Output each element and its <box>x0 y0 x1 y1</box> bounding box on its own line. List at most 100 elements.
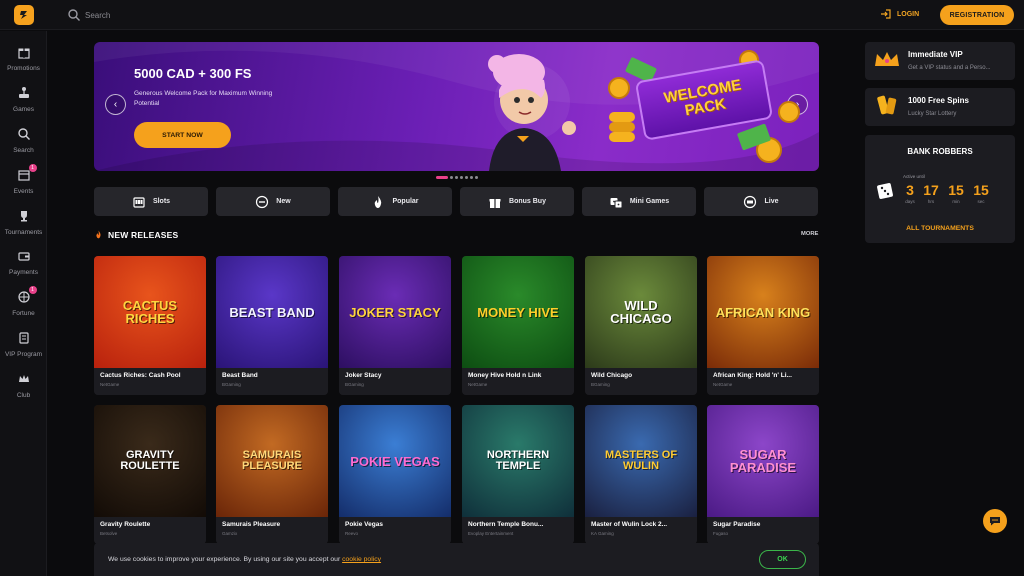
countdown-days-value: 3 <box>906 182 914 198</box>
immediate-vip-panel[interactable]: Immediate VIP Get a VIP status and a Per… <box>865 42 1015 80</box>
game-thumbnail[interactable]: WILD CHICAGO <box>585 256 697 368</box>
free-spins-panel[interactable]: 1000 Free Spins Lucky Star Lottery <box>865 88 1015 126</box>
all-tournaments-link[interactable]: ALL TOURNAMENTS <box>865 225 1015 232</box>
sidebar-item-vip-program[interactable]: VIP Program <box>0 331 47 365</box>
hero-banner[interactable]: 5000 CAD + 300 FS Generous Welcome Pack … <box>94 42 819 171</box>
section-title: NEW RELEASES <box>108 229 179 240</box>
game-thumbnail[interactable]: JOKER STACY <box>339 256 451 368</box>
hero-dot[interactable] <box>475 176 478 179</box>
game-meta: Joker Stacy BGaming <box>339 368 451 395</box>
category-live[interactable]: Live <box>704 187 818 216</box>
vip-subtitle: Get a VIP status and a Perso... <box>908 65 991 71</box>
flame-icon <box>96 230 101 239</box>
category-slots[interactable]: Slots <box>94 187 208 216</box>
hero-dot[interactable] <box>450 176 453 179</box>
game-logo-art: NORTHERN TEMPLE <box>486 449 550 472</box>
game-thumbnail[interactable]: BEAST BAND <box>216 256 328 368</box>
game-card[interactable]: MASTERS OF WULIN Master of Wulin Lock 2..… <box>585 405 697 544</box>
game-name: African King: Hold 'n' Li... <box>713 372 792 379</box>
sidebar-item-label: Club <box>16 392 31 399</box>
countdown-seconds: 15 sec <box>970 183 992 204</box>
game-meta: Master of Wulin Lock 2... KA Gaming <box>585 517 697 544</box>
search-icon[interactable] <box>67 8 81 22</box>
category-label: New <box>276 198 291 205</box>
sidebar-item-fortune[interactable]: 1 Fortune <box>0 286 47 324</box>
sidebar-item-search[interactable]: Search <box>0 127 47 161</box>
gift-box-icon <box>489 198 501 208</box>
sidebar-item-events[interactable]: 1 Events <box>0 164 47 202</box>
new-icon <box>256 195 269 208</box>
game-thumbnail[interactable]: CACTUS RICHES <box>94 256 206 368</box>
game-logo-art: AFRICAN KING <box>715 304 811 320</box>
game-thumbnail[interactable]: AFRICAN KING <box>707 256 819 368</box>
game-card[interactable]: SUGAR PARADISE Sugar Paradise Fugaso <box>707 405 819 544</box>
sidebar-item-label: Fortune <box>12 310 35 317</box>
vip-title: Immediate VIP <box>908 50 963 59</box>
game-card[interactable]: AFRICAN KING African King: Hold 'n' Li...… <box>707 256 819 395</box>
registration-button[interactable]: REGISTRATION <box>940 5 1014 25</box>
sidebar-item-label: Tournaments <box>4 229 43 236</box>
category-bonus-buy[interactable]: Bonus Buy <box>460 187 574 216</box>
sidebar-item-payments[interactable]: Payments <box>0 249 47 283</box>
game-card[interactable]: JOKER STACY Joker Stacy BGaming <box>339 256 451 395</box>
game-meta: Money Hive Hold n Link NetGame <box>462 368 574 395</box>
active-until-label: Active until <box>903 174 925 179</box>
game-logo-art: GRAVITY ROULETTE <box>120 449 180 472</box>
game-logo-art: POKIE VEGAS <box>350 453 440 469</box>
search-input[interactable] <box>85 7 265 23</box>
category-label: Mini Games <box>629 198 670 205</box>
login-button[interactable]: LOGIN <box>880 8 919 20</box>
category-new[interactable]: New <box>216 187 330 216</box>
hero-dot-active[interactable] <box>436 176 448 179</box>
game-thumbnail[interactable]: MASTERS OF WULIN <box>585 405 697 517</box>
game-meta: Wild Chicago BGaming <box>585 368 697 395</box>
game-thumbnail[interactable]: POKIE VEGAS <box>339 405 451 517</box>
game-logo-art: BEAST BAND <box>229 304 315 320</box>
hero-dot[interactable] <box>465 176 468 179</box>
game-card[interactable]: GRAVITY ROULETTE Gravity Roulette Betsolve <box>94 405 206 544</box>
more-link[interactable]: MORE <box>801 231 818 237</box>
sidebar-item-label: Search <box>13 147 34 154</box>
sidebar-item-club[interactable]: Club <box>0 372 47 406</box>
crown-icon <box>875 52 899 66</box>
hero-dot[interactable] <box>455 176 458 179</box>
hero-prev-arrow-icon[interactable]: ‹ <box>105 94 126 115</box>
game-provider: NetGame <box>713 382 733 387</box>
game-card[interactable]: CACTUS RICHES Cactus Riches: Cash Pool Net… <box>94 256 206 395</box>
hero-pagination <box>436 176 478 179</box>
wheel-icon: 1 <box>17 286 37 304</box>
game-card[interactable]: SAMURAIS PLEASURE Samurais Pleasure Gamzix <box>216 405 328 544</box>
game-thumbnail[interactable]: NORTHERN TEMPLE <box>462 405 574 517</box>
sidebar: Promotions Games Search 1 Events Tournam… <box>0 31 47 576</box>
game-card[interactable]: POKIE VEGAS Pokie Vegas Reevo <box>339 405 451 544</box>
category-label: Live <box>764 198 779 205</box>
start-now-button[interactable]: START NOW <box>134 122 231 148</box>
logo-icon[interactable] <box>14 5 34 25</box>
category-popular[interactable]: Popular <box>338 187 452 216</box>
game-card[interactable]: MONEY HIVE Money Hive Hold n Link NetGame <box>462 256 574 395</box>
countdown-seconds-value: 15 <box>973 182 989 198</box>
game-card[interactable]: BEAST BAND Beast Band BGaming <box>216 256 328 395</box>
sidebar-item-games[interactable]: Games <box>0 86 47 120</box>
game-name: Gravity Roulette <box>100 521 151 528</box>
hero-dot[interactable] <box>460 176 463 179</box>
sidebar-item-tournaments[interactable]: Tournaments <box>0 209 47 243</box>
category-mini-games[interactable]: Mini Games <box>582 187 696 216</box>
game-logo-art: SAMURAIS PLEASURE <box>242 449 302 472</box>
game-thumbnail[interactable]: MONEY HIVE <box>462 256 574 368</box>
game-provider: BGaming <box>345 382 364 387</box>
cookie-policy-link[interactable]: cookie policy <box>342 556 381 563</box>
game-name: Joker Stacy <box>345 372 382 379</box>
game-thumbnail[interactable]: GRAVITY ROULETTE <box>94 405 206 517</box>
game-thumbnail[interactable]: SUGAR PARADISE <box>707 405 819 517</box>
sidebar-item-label: Promotions <box>7 65 40 72</box>
game-logo-art: MASTERS OF WULIN <box>604 449 678 472</box>
cookie-ok-button[interactable]: OK <box>759 550 806 569</box>
chat-button[interactable] <box>983 509 1007 533</box>
hero-dot[interactable] <box>470 176 473 179</box>
game-thumbnail[interactable]: SAMURAIS PLEASURE <box>216 405 328 517</box>
game-card[interactable]: WILD CHICAGO Wild Chicago BGaming <box>585 256 697 395</box>
game-name: Northern Temple Bonu... <box>468 521 544 528</box>
sidebar-item-promotions[interactable]: Promotions <box>0 45 47 79</box>
game-card[interactable]: NORTHERN TEMPLE Northern Temple Bonu... Ev… <box>462 405 574 544</box>
